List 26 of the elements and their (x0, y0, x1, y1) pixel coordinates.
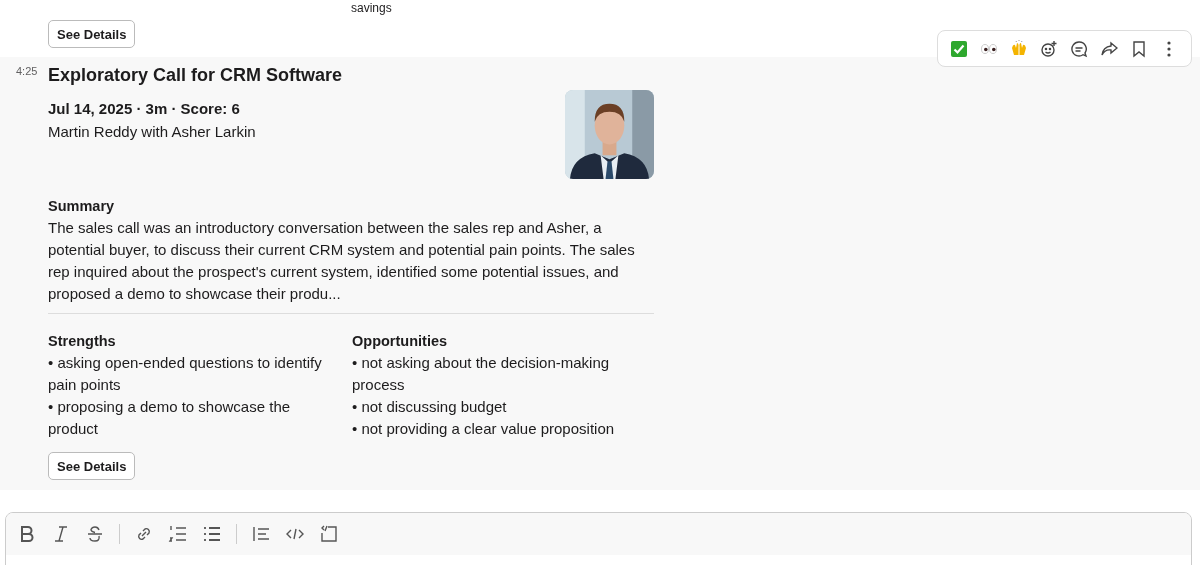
message-title: Exploratory Call for CRM Software (48, 65, 343, 86)
list-item: • not asking about the decision-making process (352, 353, 611, 395)
blockquote-icon[interactable] (251, 524, 271, 544)
bulleted-list-icon[interactable] (202, 524, 222, 544)
code-block-icon[interactable] (319, 524, 339, 544)
list-item: • not providing a clear value proposition (352, 419, 616, 439)
section-heading: Strengths (48, 332, 117, 351)
section-heading: Opportunities (352, 332, 449, 351)
numbered-list-icon[interactable] (168, 524, 188, 544)
forward-icon[interactable] (1100, 40, 1118, 58)
message-time: 4:25 (15, 65, 39, 77)
see-details-button[interactable]: See Details (48, 20, 136, 48)
strikethrough-icon[interactable] (85, 524, 105, 544)
comment-icon[interactable] (1070, 40, 1088, 58)
message-text: savings (351, 1, 392, 15)
summary-text: The sales call was an introductory conversation between the sales rep and Asher, a potential buyer, to discuss their current CRM system and potential pain points. The sales rep inquired about the prospect's current system, identified some potential issues, and proposed a demo to showcase their produ... (48, 217, 654, 314)
bookmark-icon[interactable] (1130, 40, 1148, 58)
add-reaction-icon[interactable] (1040, 40, 1058, 58)
see-details-button[interactable]: See Details (48, 452, 136, 480)
participants: Martin Reddy with Asher Larkin (48, 122, 256, 142)
summary-heading: Summary (48, 197, 116, 216)
list-item: • not discussing budget (352, 397, 508, 417)
list-item: • asking open-ended questions to identify pain points (48, 353, 323, 395)
call-meta: Jul 14, 2025 · 3m · Score: 6 (48, 100, 241, 117)
list-item: • proposing a demo to showcase the product (48, 397, 292, 439)
check-icon[interactable] (950, 40, 968, 58)
